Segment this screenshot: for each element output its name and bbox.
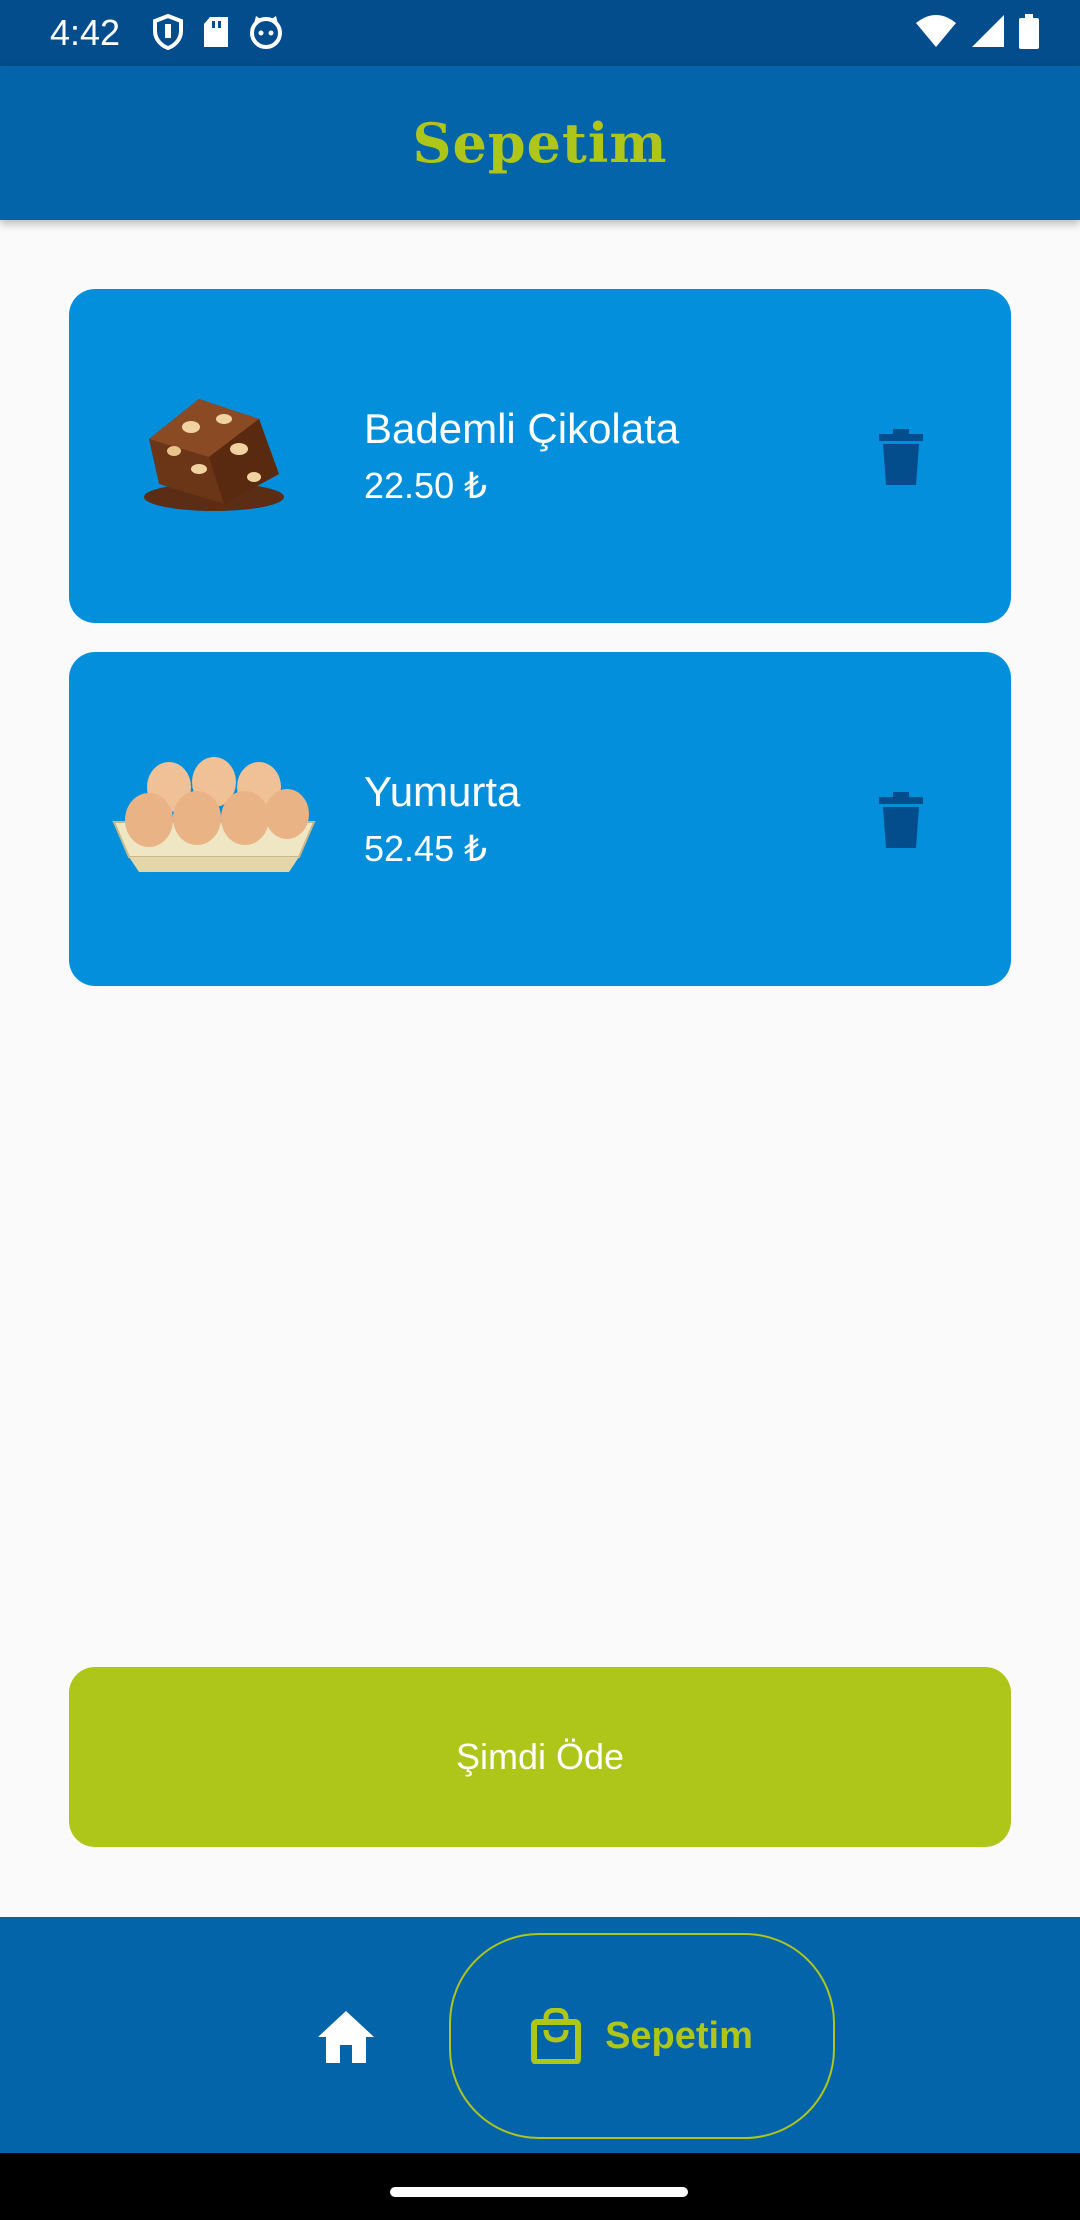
bottom-nav: Sepetim: [0, 1917, 1080, 2153]
page-title: Sepetim: [412, 111, 668, 175]
system-gesture-bar: [0, 2153, 1080, 2220]
cart-item-card: Bademli Çikolata 22.50 ₺: [69, 289, 1011, 623]
egg-carton-image: [109, 722, 319, 902]
shield-icon: [153, 14, 183, 50]
status-time: 4:42: [50, 12, 121, 53]
item-name: Bademli Çikolata: [364, 405, 680, 452]
app-bar: Sepetim: [0, 66, 1080, 220]
wifi-icon: [916, 15, 956, 47]
item-name: Yumurta: [364, 768, 521, 815]
nav-item-cart[interactable]: Sepetim: [449, 1933, 835, 2139]
item-price: 52.45 ₺: [364, 828, 487, 869]
status-bar: 4:42: [0, 0, 1080, 66]
status-right-icons: [916, 14, 1040, 50]
pay-now-button[interactable]: Şimdi Öde: [69, 1667, 1011, 1847]
status-left-icons: [152, 14, 284, 50]
shopping-bag-icon: [531, 2008, 582, 2064]
trash-icon[interactable]: [879, 792, 923, 848]
cat-face-icon: [250, 16, 282, 49]
gesture-handle[interactable]: [390, 2187, 688, 2197]
battery-icon: [1019, 14, 1039, 49]
home-icon[interactable]: [316, 2009, 376, 2065]
sd-card-icon: [204, 17, 228, 47]
nav-item-cart-label: Sepetim: [605, 2014, 753, 2057]
trash-icon[interactable]: [879, 429, 923, 485]
signal-icon: [972, 15, 1004, 47]
item-price: 22.50 ₺: [364, 465, 487, 506]
cart-item-card: Yumurta 52.45 ₺: [69, 652, 1011, 986]
almond-chocolate-image: [109, 359, 319, 539]
